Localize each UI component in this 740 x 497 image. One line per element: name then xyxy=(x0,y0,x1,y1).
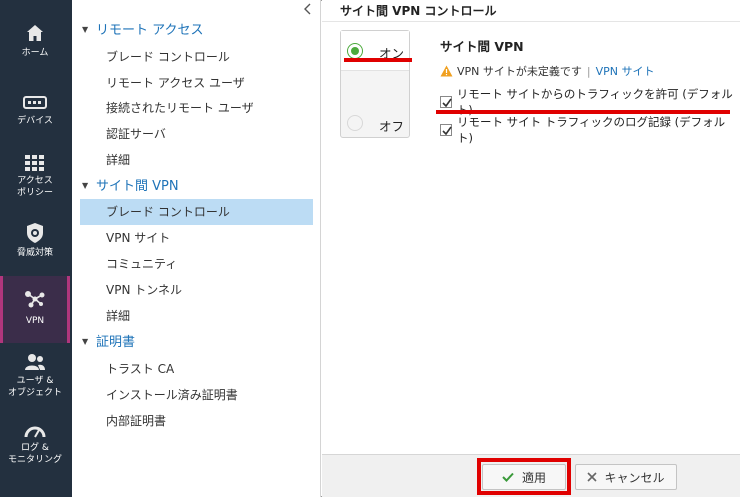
allow-remote-traffic-row[interactable]: リモート サイトからのトラフィックを許可 (デフォルト) xyxy=(440,87,740,117)
nav-item-vpn[interactable]: VPN xyxy=(0,276,70,343)
nav-label-logs-monitoring-2: モニタリング xyxy=(7,455,62,465)
on-off-toggle-group: オン オフ xyxy=(340,30,410,138)
nav-item-devices[interactable]: デバイス xyxy=(0,78,70,144)
tree-item-communities[interactable]: コミュニティ xyxy=(80,251,313,277)
on-option[interactable]: オン xyxy=(341,31,409,71)
on-radio[interactable] xyxy=(347,43,363,59)
tree-item-remote-access-users[interactable]: リモート アクセス ユーザ xyxy=(80,70,313,96)
nav-label-home: ホーム xyxy=(21,48,49,58)
red-highlight-underline-on xyxy=(344,58,412,62)
main-content: サイト間 VPN コントロール オン オフ サイト間 VPN VPN サイトが未… xyxy=(322,0,740,497)
nav-label-users-objects-2: オブジェクト xyxy=(7,388,62,398)
cancel-label: キャンセル xyxy=(604,470,665,485)
tree-section-remote-access[interactable]: ▼ リモート アクセス xyxy=(82,20,203,40)
tree-item-remote-blade-control[interactable]: ブレード コントロール xyxy=(80,44,313,70)
nav-label-threat-prevention: 脅威対策 xyxy=(16,248,53,258)
tree-item-s2s-advanced[interactable]: 詳細 xyxy=(80,303,313,329)
settings-title: サイト間 VPN xyxy=(440,39,524,54)
nav-item-users-objects[interactable]: ユーザ & オブジェクト xyxy=(0,345,70,411)
tree-item-connected-remote-users[interactable]: 接続されたリモート ユーザ xyxy=(80,95,313,121)
caret-down-icon: ▼ xyxy=(82,337,89,346)
check-icon xyxy=(442,126,452,136)
check-icon xyxy=(442,98,452,108)
device-icon xyxy=(0,92,70,114)
threat-prevention-icon xyxy=(0,222,70,244)
left-navigation: ホーム デバイス アクセス ポリシー 脅威対策 VPN ユーザ & オブジェクト xyxy=(0,0,72,497)
title-divider xyxy=(322,21,740,22)
warning-text: VPN サイトが未定義です xyxy=(457,65,582,78)
red-highlight-box-apply xyxy=(477,458,571,495)
tree-item-trusted-ca[interactable]: トラスト CA xyxy=(80,356,313,382)
tree-item-s2s-blade-control[interactable]: ブレード コントロール xyxy=(80,199,313,225)
warning-separator: | xyxy=(586,64,591,78)
tree-item-installed-certs[interactable]: インストール済み証明書 xyxy=(80,382,313,408)
caret-down-icon: ▼ xyxy=(82,181,89,190)
log-remote-traffic-checkbox[interactable] xyxy=(440,124,452,136)
cancel-button[interactable]: キャンセル xyxy=(575,464,677,490)
nav-item-logs-monitoring[interactable]: ログ & モニタリング xyxy=(0,412,70,478)
chevron-left-icon xyxy=(304,3,311,15)
page-title: サイト間 VPN コントロール xyxy=(340,4,497,18)
nav-item-threat-prevention[interactable]: 脅威対策 xyxy=(0,212,70,278)
users-objects-icon xyxy=(0,351,70,373)
log-remote-traffic-row[interactable]: リモート サイト トラフィックのログ記録 (デフォルト) xyxy=(440,115,740,145)
nav-label-devices: デバイス xyxy=(17,116,53,126)
nav-label-access-policy-2: ポリシー xyxy=(16,188,53,198)
vpn-icon xyxy=(3,288,67,310)
tree-item-internal-certs[interactable]: 内部証明書 xyxy=(80,408,313,434)
home-icon xyxy=(0,22,70,44)
logs-monitoring-icon xyxy=(0,420,70,442)
access-policy-icon xyxy=(0,152,70,174)
caret-down-icon: ▼ xyxy=(82,25,89,34)
tree-item-auth-servers[interactable]: 認証サーバ xyxy=(80,121,313,147)
tree-section-certificates[interactable]: ▼ 証明書 xyxy=(82,332,135,352)
off-label[interactable]: オフ xyxy=(379,116,404,135)
vpn-sites-link[interactable]: VPN サイト xyxy=(596,63,655,79)
nav-label-users-objects-1: ユーザ & xyxy=(16,376,54,386)
tree-item-vpn-tunnels[interactable]: VPN トンネル xyxy=(80,277,313,303)
off-radio[interactable] xyxy=(347,115,363,131)
nav-label-vpn: VPN xyxy=(25,316,45,326)
log-remote-traffic-label: リモート サイト トラフィックのログ記録 (デフォルト) xyxy=(456,115,726,145)
allow-remote-traffic-checkbox[interactable] xyxy=(440,96,452,108)
nav-label-logs-monitoring-1: ログ & xyxy=(21,443,49,453)
warning-icon xyxy=(440,65,453,77)
close-icon xyxy=(587,472,598,482)
tree-item-remote-advanced[interactable]: 詳細 xyxy=(80,147,313,173)
nav-item-access-policy[interactable]: アクセス ポリシー xyxy=(0,144,70,210)
tree-item-vpn-sites[interactable]: VPN サイト xyxy=(80,225,313,251)
warning-row: VPN サイトが未定義です | VPN サイト xyxy=(440,63,655,79)
nav-label-access-policy-1: アクセス xyxy=(17,176,53,186)
collapse-panel-button[interactable] xyxy=(303,3,315,17)
nav-item-home[interactable]: ホーム xyxy=(0,12,70,78)
tree-section-site-to-site[interactable]: ▼ サイト間 VPN xyxy=(82,176,179,196)
